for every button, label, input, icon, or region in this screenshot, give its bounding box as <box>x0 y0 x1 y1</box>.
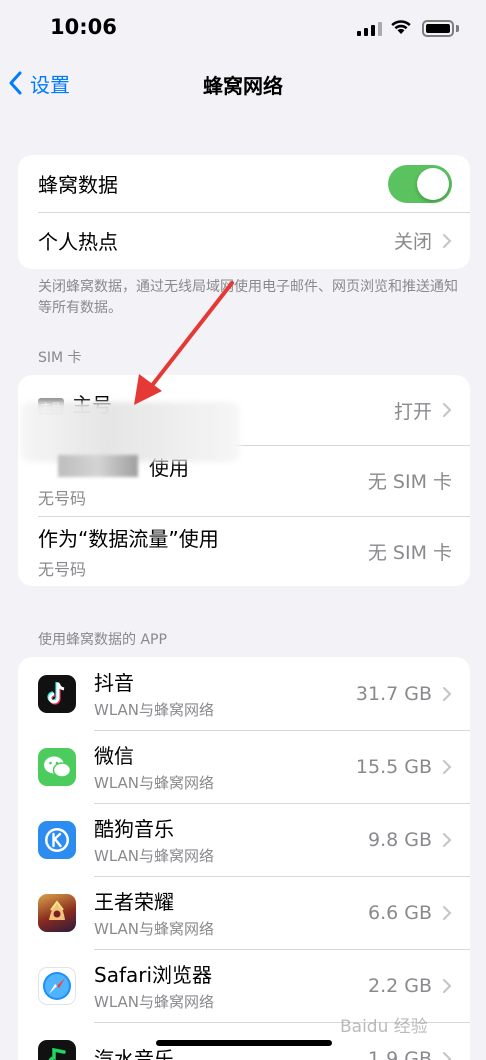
app-name: 微信 <box>94 744 134 768</box>
app-sub: WLAN与蜂窝网络 <box>94 993 215 1011</box>
app-row-douyin[interactable]: 抖音 WLAN与蜂窝网络 31.7 GB <box>18 657 470 730</box>
kugou-icon <box>38 820 76 859</box>
honor-of-kings-icon <box>38 893 76 932</box>
chevron-right-icon <box>443 1051 452 1060</box>
app-text: Safari浏览器 WLAN与蜂窝网络 <box>94 959 368 1012</box>
app-sub: WLAN与蜂窝网络 <box>94 920 215 938</box>
app-text: 王者荣耀 WLAN与蜂窝网络 <box>94 886 368 939</box>
wechat-icon <box>38 747 76 786</box>
chevron-right-icon <box>443 832 452 847</box>
chevron-right-icon <box>443 905 452 920</box>
app-usage: 6.6 GB <box>367 901 432 924</box>
apps-group: 抖音 WLAN与蜂窝网络 31.7 GB 微信 WLAN与蜂窝网络 15.5 G… <box>18 657 470 1060</box>
app-name: 酷狗音乐 <box>94 817 174 841</box>
app-row-kugou[interactable]: 酷狗音乐 WLAN与蜂窝网络 9.8 GB <box>18 803 470 876</box>
app-row-honor-of-kings[interactable]: 王者荣耀 WLAN与蜂窝网络 6.6 GB <box>18 876 470 949</box>
safari-icon <box>38 966 76 1005</box>
app-usage: 2.2 GB <box>367 974 432 997</box>
app-usage: 15.5 GB <box>355 755 432 778</box>
chevron-right-icon <box>443 686 452 701</box>
baidu-watermark: Baidu 经验 <box>340 1017 428 1037</box>
douyin-icon <box>38 674 76 713</box>
app-sub: WLAN与蜂窝网络 <box>94 701 215 719</box>
app-sub: WLAN与蜂窝网络 <box>94 847 215 865</box>
app-sub: WLAN与蜂窝网络 <box>94 774 215 792</box>
app-usage: 9.8 GB <box>367 828 432 851</box>
app-text: 微信 WLAN与蜂窝网络 <box>94 740 356 793</box>
app-usage: 1.9 GB <box>367 1047 432 1060</box>
app-row-wechat[interactable]: 微信 WLAN与蜂窝网络 15.5 GB <box>18 730 470 803</box>
apps-section-header: 使用蜂窝数据的 APP <box>38 632 167 648</box>
app-text: 酷狗音乐 WLAN与蜂窝网络 <box>94 813 368 866</box>
app-usage: 31.7 GB <box>355 682 432 705</box>
chevron-right-icon <box>443 978 452 993</box>
app-text: 抖音 WLAN与蜂窝网络 <box>94 667 356 720</box>
app-name: Safari浏览器 <box>94 963 213 987</box>
home-indicator[interactable] <box>156 1040 332 1046</box>
app-name: 抖音 <box>94 671 134 695</box>
chevron-right-icon <box>443 759 452 774</box>
app-name: 王者荣耀 <box>94 890 174 914</box>
qishui-music-icon <box>38 1039 76 1060</box>
